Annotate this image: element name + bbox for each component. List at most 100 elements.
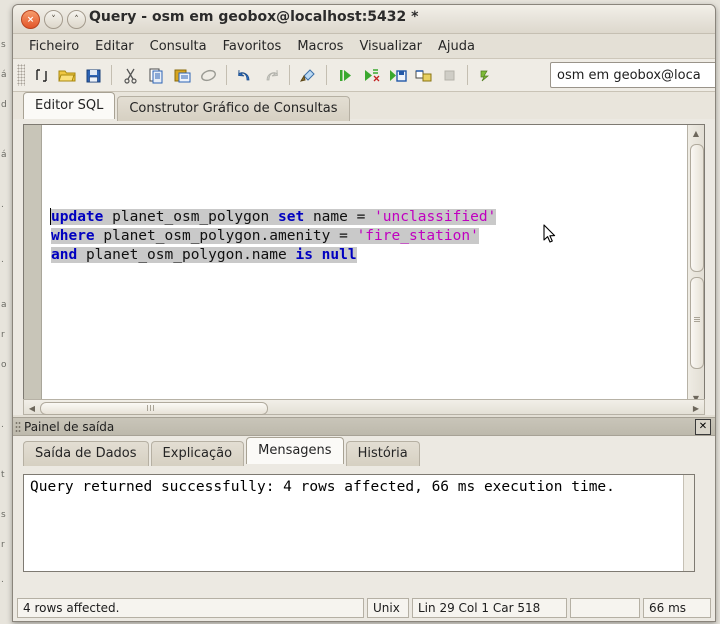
tab-historia[interactable]: História	[345, 441, 420, 466]
editor-hscroll-thumb[interactable]	[40, 402, 268, 415]
background-window-text: o	[1, 360, 7, 370]
editor-horizontal-scrollbar[interactable]: ◀ ▶	[23, 399, 705, 415]
sql-token-op	[103, 209, 112, 225]
window-title: Query - osm em geobox@localhost:5432 *	[89, 9, 419, 25]
sql-token-op: =	[347, 209, 375, 225]
paste-icon[interactable]	[169, 63, 195, 87]
background-window-text: t	[1, 470, 5, 480]
menu-bar: Ficheiro Editar Consulta Favoritos Macro…	[13, 34, 715, 59]
minimize-window-button[interactable]: ˅	[44, 10, 63, 29]
editor-tab-strip: Editor SQL Construtor Gráfico de Consult…	[13, 92, 715, 121]
scroll-left-arrow[interactable]: ◀	[24, 400, 40, 416]
undo-icon[interactable]	[232, 63, 258, 87]
sql-editor[interactable]: update planet_osm_polygon set name = 'un…	[23, 124, 705, 407]
sql-line: and planet_osm_polygon.name is null	[51, 246, 496, 265]
sql-selection: where planet_osm_polygon.amenity = 'fire…	[51, 228, 479, 244]
sql-token-kw: update	[51, 209, 104, 225]
execute-query-icon[interactable]	[332, 63, 358, 87]
sql-token-op	[269, 209, 278, 225]
status-message: 4 rows affected.	[17, 598, 364, 618]
toolbar-separator	[226, 65, 227, 85]
sql-token-kw: is	[295, 247, 313, 263]
background-window-text: r	[1, 540, 5, 550]
close-icon[interactable]: ✕	[695, 419, 711, 435]
sql-token-op: =	[330, 228, 357, 244]
sql-token-op	[313, 247, 322, 263]
editor-vscroll-thumb[interactable]	[690, 277, 704, 369]
sql-selection: update planet_osm_polygon set name = 'un…	[51, 209, 497, 225]
clear-icon[interactable]	[195, 63, 221, 87]
editor-vscroll-thumb-top[interactable]	[690, 144, 704, 272]
editor-gutter	[24, 125, 42, 406]
background-window-text: s	[1, 40, 6, 50]
tab-saida-de-dados[interactable]: Saída de Dados	[23, 441, 149, 466]
output-panel-header[interactable]: Painel de saída ✕	[13, 417, 715, 436]
scroll-up-arrow[interactable]: ▲	[688, 125, 704, 141]
sql-token-id: planet_osm_polygon.name	[85, 247, 287, 263]
sql-code-area[interactable]: update planet_osm_polygon set name = 'un…	[42, 125, 687, 406]
sql-token-str: 'fire_station'	[356, 228, 479, 244]
background-window-text: .	[1, 420, 4, 430]
background-window-text: d	[1, 100, 7, 110]
sql-token-id: planet_osm_polygon.amenity	[103, 228, 331, 244]
menu-visualizar[interactable]: Visualizar	[351, 37, 430, 56]
messages-output[interactable]: Query returned successfully: 4 rows affe…	[23, 474, 695, 572]
save-file-icon[interactable]	[80, 63, 106, 87]
toolbar-separator	[467, 65, 468, 85]
status-blank	[570, 598, 640, 618]
editor-vertical-scrollbar[interactable]: ▲ ▼	[687, 125, 704, 406]
tab-mensagens-label: Mensagens	[258, 443, 332, 458]
sql-token-str: 'unclassified'	[374, 209, 497, 225]
toolbar-separator	[289, 65, 290, 85]
explain-query-icon[interactable]	[358, 63, 384, 87]
macro-icon[interactable]	[473, 63, 499, 87]
sql-token-id: planet_osm_polygon	[112, 209, 270, 225]
new-query-icon[interactable]	[28, 63, 54, 87]
tab-mensagens[interactable]: Mensagens	[246, 437, 344, 464]
find-icon[interactable]	[295, 63, 321, 87]
background-window-text: s	[1, 510, 6, 520]
sql-line: update planet_osm_polygon set name = 'un…	[51, 208, 497, 227]
scroll-right-arrow[interactable]: ▶	[688, 400, 704, 416]
copy-icon[interactable]	[143, 63, 169, 87]
sql-token-id: name	[312, 209, 348, 225]
status-execution-time: 66 ms	[643, 598, 711, 618]
background-window-text: r	[1, 330, 5, 340]
title-bar[interactable]: × ˅ ˄ Query - osm em geobox@localhost:54…	[13, 5, 715, 34]
execute-to-file-icon[interactable]	[384, 63, 410, 87]
maximize-window-button[interactable]: ˄	[67, 10, 86, 29]
background-window-text: .	[1, 200, 4, 210]
tab-explicacao[interactable]: Explicação	[150, 441, 245, 466]
toolbar-separator	[326, 65, 327, 85]
sql-line: where planet_osm_polygon.amenity = 'fire…	[51, 227, 496, 246]
menu-macros[interactable]: Macros	[289, 37, 351, 56]
redo-icon[interactable]	[258, 63, 284, 87]
database-selector[interactable]: osm em geobox@loca	[550, 62, 715, 88]
output-panel-drag-handle[interactable]	[15, 421, 21, 432]
menu-favoritos[interactable]: Favoritos	[215, 37, 290, 56]
output-panel: Painel de saída ✕ Saída de Dados Explica…	[13, 417, 715, 585]
stop-icon[interactable]	[436, 63, 462, 87]
sql-code: update planet_osm_polygon set name = 'un…	[51, 208, 497, 265]
toolbar-drag-handle[interactable]	[17, 64, 25, 86]
query-builder-icon[interactable]	[410, 63, 436, 87]
tab-construtor-grafico-label: Construtor Gráfico de Consultas	[129, 101, 338, 116]
close-window-button[interactable]: ×	[21, 10, 40, 29]
toolbar-separator	[111, 65, 112, 85]
sql-token-kw: null	[321, 247, 357, 263]
open-file-icon[interactable]	[54, 63, 80, 87]
messages-vertical-scrollbar[interactable]	[683, 475, 694, 571]
menu-ajuda[interactable]: Ajuda	[430, 37, 483, 56]
menu-consulta[interactable]: Consulta	[142, 37, 215, 56]
status-bar: 4 rows affected. Unix Lin 29 Col 1 Car 5…	[13, 595, 715, 621]
status-cursor-position: Lin 29 Col 1 Car 518	[412, 598, 567, 618]
tab-saida-de-dados-label: Saída de Dados	[35, 446, 137, 461]
tab-editor-sql-label: Editor SQL	[35, 98, 104, 113]
cut-icon[interactable]	[117, 63, 143, 87]
background-window-text: .	[1, 575, 4, 585]
menu-editar[interactable]: Editar	[87, 37, 142, 56]
tab-construtor-grafico[interactable]: Construtor Gráfico de Consultas	[117, 96, 350, 121]
tab-editor-sql[interactable]: Editor SQL	[23, 92, 116, 119]
menu-ficheiro[interactable]: Ficheiro	[21, 37, 87, 56]
sql-selection: and planet_osm_polygon.name is null	[51, 247, 357, 263]
